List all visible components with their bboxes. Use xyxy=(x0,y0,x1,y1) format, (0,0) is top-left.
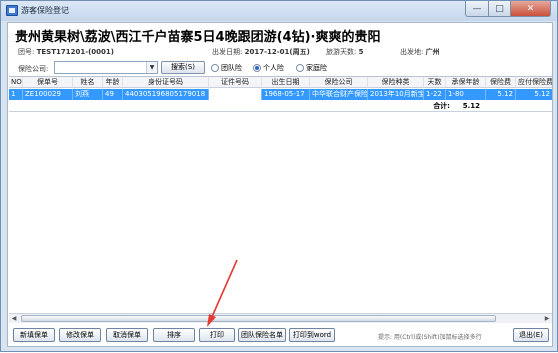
column-header[interactable]: 出生日期 xyxy=(262,77,310,87)
radio-family-label: 家庭险 xyxy=(306,64,327,72)
tour-title: 贵州黄果树\荔波\西江千户苗寨5日4晚跟团游(4钻)·爽爽的贵阳 xyxy=(15,30,381,45)
column-header[interactable]: 应付保险费 xyxy=(516,77,552,87)
table-header: NO 保单号 姓名 年龄 身份证号码 证件号码 出生日期 保险公司 保险种类 天… xyxy=(9,77,552,88)
scrollbar-thumb[interactable] xyxy=(21,315,496,322)
tour-info: 团号: TEST171201-(0001) 出发日期: 2017-12-01(周… xyxy=(8,47,552,59)
insurer-select[interactable]: ▼ xyxy=(54,61,158,74)
tour-days-label: 旅游天数: xyxy=(326,48,357,56)
origin: 出发地: 广州 xyxy=(400,47,440,57)
column-header[interactable]: 保险公司 xyxy=(310,77,368,87)
group-no: 团号: TEST171201-(0001) xyxy=(18,47,114,57)
radio-team[interactable]: 团队险 xyxy=(211,63,242,73)
scroll-left-icon[interactable]: ◀ xyxy=(9,314,19,323)
total-value: 5.12 xyxy=(462,102,480,110)
cancel-policy-button[interactable]: 取消保单 xyxy=(106,328,148,342)
column-header[interactable]: NO xyxy=(9,77,23,87)
group-no-label: 团号: xyxy=(18,48,35,56)
column-header[interactable]: 证件号码 xyxy=(209,77,262,87)
table-cell: 1968-05-17 xyxy=(262,89,310,100)
table-row[interactable]: 1 ZE100029 刘燕 49 440305196805179018 1968… xyxy=(9,89,552,100)
tour-days-value: 5 xyxy=(358,48,364,56)
table-cell: 49 xyxy=(103,89,123,100)
maximize-button[interactable]: □ xyxy=(489,1,511,17)
column-header[interactable]: 年龄 xyxy=(103,77,123,87)
app-window: 游客保险登记 — □ ✕ 贵州黄果树\荔波\西江千户苗寨5日4晚跟团游(4钻)·… xyxy=(0,0,558,352)
origin-value: 广州 xyxy=(425,48,440,56)
total-label: 合计: xyxy=(433,102,450,110)
table-cell: ZE100029 xyxy=(23,89,73,100)
tour-days: 旅游天数: 5 xyxy=(326,47,363,57)
edit-policy-button[interactable]: 修改保单 xyxy=(59,328,101,342)
scroll-right-icon[interactable]: ▶ xyxy=(542,314,552,323)
print-word-button[interactable]: 打印到word xyxy=(289,328,335,342)
horizontal-scrollbar[interactable]: ◀ ▶ xyxy=(9,313,552,323)
radio-team-label: 团队险 xyxy=(221,64,242,72)
table-cell: 1 xyxy=(9,89,23,100)
team-list-button[interactable]: 团队保险名单 xyxy=(238,328,286,342)
table-cell: 5.12 xyxy=(534,90,550,98)
radio-personal[interactable]: 个人险 xyxy=(253,63,284,73)
exit-button[interactable]: 退出(E) xyxy=(513,328,549,342)
filter-bar: 保险公司: ▼ 搜索(S) 团队险 个人险 家庭险 xyxy=(8,60,552,76)
window-title: 游客保险登记 xyxy=(21,6,69,15)
total-row: 合计: 5.12 xyxy=(9,101,552,112)
print-button[interactable]: 打印 xyxy=(199,328,235,342)
table-cell[interactable] xyxy=(209,89,262,100)
depart-date: 出发日期: 2017-12-01(周五) xyxy=(212,47,310,57)
sort-button[interactable]: 排序 xyxy=(153,328,195,342)
radio-family-indicator[interactable] xyxy=(296,64,304,72)
title-bar[interactable]: 游客保险登记 — □ ✕ xyxy=(1,1,557,21)
chevron-down-icon[interactable]: ▼ xyxy=(146,62,157,73)
multi-select-hint: 提示: 用(Ctrl)或(Shift)加鼠标选择多行 xyxy=(378,334,482,341)
table-cell: 440305196805179018 xyxy=(123,89,209,100)
column-header[interactable]: 保单号 xyxy=(23,77,73,87)
close-button[interactable]: ✕ xyxy=(511,1,551,17)
column-header[interactable]: 身份证号码 xyxy=(123,77,209,87)
table-cell: 5.12 xyxy=(486,89,516,100)
radio-team-indicator[interactable] xyxy=(211,64,219,72)
depart-date-label: 出发日期: xyxy=(212,48,243,56)
radio-personal-indicator[interactable] xyxy=(253,64,261,72)
column-header[interactable]: 保险种类 xyxy=(368,77,424,87)
column-header[interactable]: 天数 xyxy=(424,77,446,87)
minimize-button[interactable]: — xyxy=(465,1,489,17)
table-cell: 2013年10月新宝 xyxy=(370,89,424,100)
window-controls: — □ ✕ xyxy=(465,1,551,18)
table-cell: 1-80 xyxy=(446,89,486,100)
policy-table[interactable]: NO 保单号 姓名 年龄 身份证号码 证件号码 出生日期 保险公司 保险种类 天… xyxy=(9,76,552,323)
insurer-label: 保险公司: xyxy=(18,65,49,73)
column-header[interactable]: 姓名 xyxy=(73,77,103,87)
search-button[interactable]: 搜索(S) xyxy=(161,61,205,74)
column-header[interactable]: 承保年龄 xyxy=(446,77,486,87)
app-icon xyxy=(6,5,18,16)
origin-label: 出发地: xyxy=(400,48,424,56)
bottom-toolbar: 新填保单 修改保单 取消保单 排序 打印 团队保险名单 打印到word 提示: … xyxy=(8,325,552,347)
table-cell: 1-22 xyxy=(424,89,446,100)
depart-date-value: 2017-12-01(周五) xyxy=(244,48,310,56)
radio-family[interactable]: 家庭险 xyxy=(296,63,327,73)
column-header[interactable]: 保险费 xyxy=(486,77,516,87)
main-panel: 贵州黄果树\荔波\西江千户苗寨5日4晚跟团游(4钻)·爽爽的贵阳 团号: TES… xyxy=(7,22,553,347)
new-policy-button[interactable]: 新填保单 xyxy=(13,328,55,342)
table-cell: 中华联合财产保险 xyxy=(312,89,368,100)
group-no-value: TEST171201-(0001) xyxy=(36,48,114,56)
table-cell: 刘燕 xyxy=(73,89,103,100)
radio-personal-label: 个人险 xyxy=(263,64,284,72)
